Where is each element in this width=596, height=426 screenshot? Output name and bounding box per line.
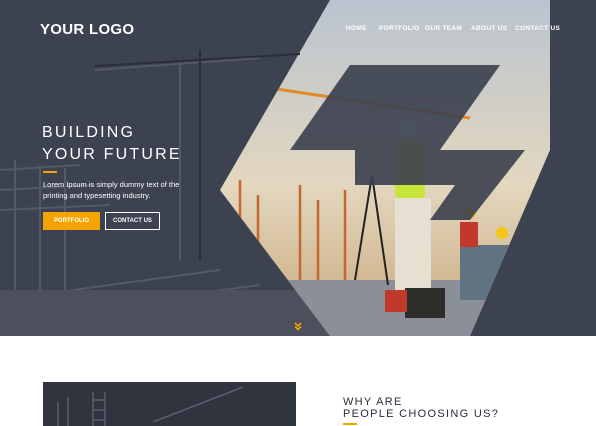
hero-description-line1: Lorem Ipsum is simply dummy text of the [43,180,180,189]
section-image [43,382,296,426]
section-heading-line1: WHY ARE [343,396,403,408]
nav-portfolio[interactable]: PORTFOLIO [379,25,420,32]
contact-us-button[interactable]: CONTACT US [105,212,160,230]
nav-about-us[interactable]: ABOUT US [471,25,507,32]
portfolio-button[interactable]: PORTFOLIO [43,212,100,230]
section-heading: WHY ARE PEOPLE CHOOSING US? [343,396,499,420]
section-heading-line2: PEOPLE CHOOSING US? [343,408,500,420]
hero-description-line2: printing and typesetting industry. [43,191,151,200]
hero-title-line2: YOUR FUTURE [42,146,182,163]
hero-title-line1: BUILDING [42,124,136,141]
hero-title: BUILDING YOUR FUTURE [42,122,182,166]
hero-section: YOUR LOGO HOME PORTFOLIO OUR TEAM ABOUT … [0,0,596,336]
main-nav: HOME PORTFOLIO OUR TEAM ABOUT US CONTACT… [0,25,596,37]
hero-description: Lorem Ipsum is simply dummy text of the … [43,179,193,201]
crane-photo [43,382,296,426]
nav-contact-us[interactable]: CONTACT US [515,25,560,32]
nav-our-team[interactable]: OUR TEAM [425,25,462,32]
section-heading-underline [343,423,357,425]
hero-title-underline [43,171,57,173]
nav-home[interactable]: HOME [346,25,367,32]
double-chevron-down-icon[interactable] [293,321,303,331]
hero-background-image [0,0,596,336]
